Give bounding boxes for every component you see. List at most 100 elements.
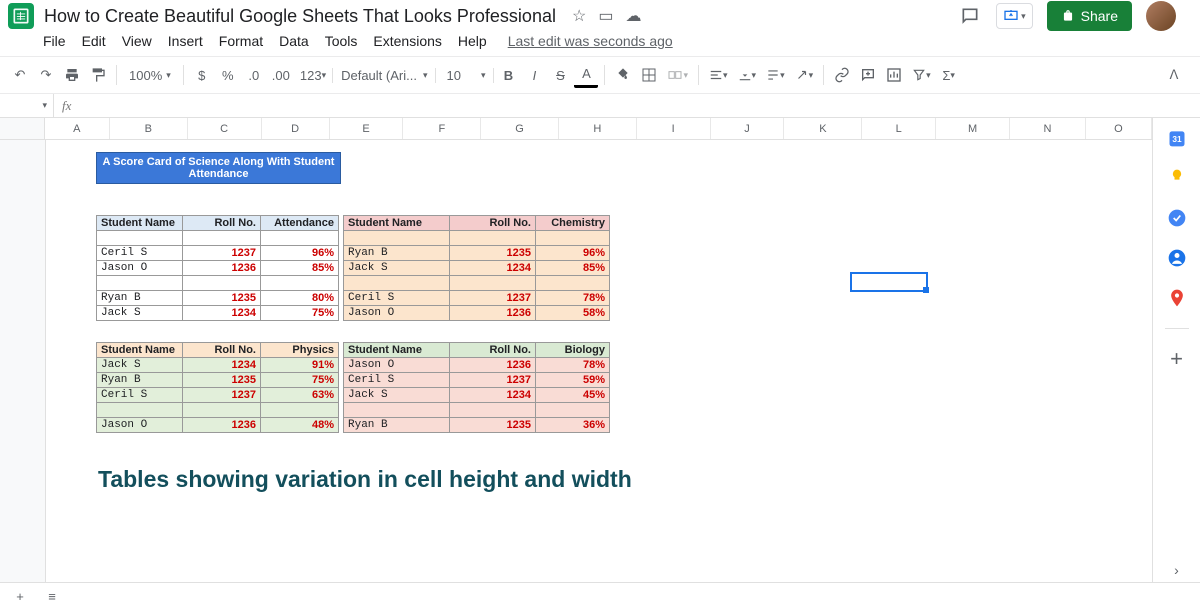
col-header[interactable]: D: [262, 118, 330, 139]
table-row: [97, 276, 339, 291]
table-row: Jack S123491%: [97, 358, 339, 373]
table-row: Jason O123685%: [97, 261, 339, 276]
comments-icon[interactable]: [958, 4, 982, 28]
menu-view[interactable]: View: [115, 30, 159, 52]
menu-edit[interactable]: Edit: [75, 30, 113, 52]
table-row: Ceril S123778%: [344, 291, 610, 306]
col-header[interactable]: L: [862, 118, 936, 139]
merge-cells-button[interactable]: ▾: [663, 62, 692, 88]
table-row: Ryan B123536%: [344, 418, 610, 433]
present-button[interactable]: ▾: [996, 3, 1033, 29]
h-align-button[interactable]: ▾: [705, 62, 732, 88]
wrap-button[interactable]: ▾: [762, 62, 789, 88]
col-header[interactable]: O: [1086, 118, 1152, 139]
share-button[interactable]: Share: [1047, 1, 1132, 31]
col-header[interactable]: G: [481, 118, 559, 139]
star-icon[interactable]: ☆: [572, 6, 586, 26]
font-selector[interactable]: Default (Ari...▾: [332, 68, 436, 83]
toolbar: ↶ ↷ 100%▾ $ % .0 .00 123▾ Default (Ari..…: [0, 56, 1200, 94]
table-row: Ryan B123575%: [97, 373, 339, 388]
functions-button[interactable]: Σ▾: [937, 62, 961, 88]
chart-button[interactable]: [882, 62, 906, 88]
tasks-icon[interactable]: [1167, 208, 1187, 228]
col-header[interactable]: N: [1010, 118, 1086, 139]
col-header[interactable]: K: [784, 118, 862, 139]
last-edit-link[interactable]: Last edit was seconds ago: [508, 33, 673, 49]
col-header[interactable]: E: [330, 118, 404, 139]
table-row: Ryan B123596%: [344, 246, 610, 261]
add-sheet-button[interactable]: +: [8, 584, 32, 610]
caption: Tables showing variation in cell height …: [98, 466, 632, 493]
print-button[interactable]: [60, 62, 84, 88]
table-row: [344, 276, 610, 291]
sheet-tabs-bar: + ≡: [0, 582, 1200, 610]
col-header[interactable]: A: [45, 118, 110, 139]
comment-button[interactable]: [856, 62, 880, 88]
contacts-icon[interactable]: [1167, 248, 1187, 268]
text-color-button[interactable]: A: [574, 62, 598, 88]
select-all-corner[interactable]: [0, 118, 45, 139]
move-icon[interactable]: ▭: [598, 6, 613, 26]
biology-table: Student NameRoll No.Biology Jason O12367…: [343, 342, 610, 433]
col-header[interactable]: H: [559, 118, 637, 139]
collapse-toolbar-button[interactable]: ᐱ: [1162, 62, 1186, 88]
table-row: Jason O123648%: [97, 418, 339, 433]
formula-input[interactable]: [79, 94, 1200, 117]
account-avatar[interactable]: [1146, 1, 1176, 31]
more-formats-button[interactable]: 123▾: [296, 62, 330, 88]
col-header[interactable]: C: [188, 118, 262, 139]
col-header[interactable]: F: [403, 118, 481, 139]
rotate-button[interactable]: ▾: [791, 62, 818, 88]
keep-icon[interactable]: [1167, 168, 1187, 188]
maps-icon[interactable]: [1167, 288, 1187, 308]
table-row: Jack S123445%: [344, 388, 610, 403]
redo-button[interactable]: ↷: [34, 62, 58, 88]
grid[interactable]: A Score Card of Science Along With Stude…: [46, 140, 1152, 582]
font-size-selector[interactable]: 10▾: [438, 68, 494, 83]
menu-data[interactable]: Data: [272, 30, 316, 52]
filter-button[interactable]: ▾: [908, 62, 935, 88]
decrease-decimal-button[interactable]: .0: [242, 62, 266, 88]
attendance-table: Student NameRoll No.Attendance Ceril S12…: [96, 215, 339, 321]
zoom-selector[interactable]: 100%▾: [123, 68, 177, 83]
percent-button[interactable]: %: [216, 62, 240, 88]
sheets-logo[interactable]: [8, 3, 34, 29]
bold-button[interactable]: B: [496, 62, 520, 88]
menu-format[interactable]: Format: [212, 30, 270, 52]
menu-file[interactable]: File: [36, 30, 73, 52]
increase-decimal-button[interactable]: .00: [268, 62, 294, 88]
menu-help[interactable]: Help: [451, 30, 494, 52]
strikethrough-button[interactable]: S: [548, 62, 572, 88]
all-sheets-button[interactable]: ≡: [40, 584, 64, 610]
table-row: Ceril S123763%: [97, 388, 339, 403]
italic-button[interactable]: I: [522, 62, 546, 88]
currency-button[interactable]: $: [190, 62, 214, 88]
score-card-title: A Score Card of Science Along With Stude…: [96, 152, 341, 184]
cloud-icon[interactable]: ☁: [625, 6, 641, 26]
col-header[interactable]: J: [711, 118, 785, 139]
table-row: Ceril S123759%: [344, 373, 610, 388]
fx-label: fx: [54, 98, 79, 114]
row-headers[interactable]: [0, 140, 46, 582]
col-header[interactable]: B: [110, 118, 188, 139]
col-header[interactable]: I: [637, 118, 711, 139]
col-header[interactable]: M: [936, 118, 1010, 139]
menu-tools[interactable]: Tools: [318, 30, 365, 52]
calendar-icon[interactable]: 31: [1167, 128, 1187, 148]
table-row: Ceril S123796%: [97, 246, 339, 261]
v-align-button[interactable]: ▾: [734, 62, 761, 88]
add-addon-icon[interactable]: +: [1167, 349, 1187, 369]
table-row: [344, 231, 610, 246]
table-row: [344, 403, 610, 418]
document-title[interactable]: How to Create Beautiful Google Sheets Th…: [44, 6, 556, 27]
borders-button[interactable]: [637, 62, 661, 88]
name-box[interactable]: ▾: [0, 94, 54, 117]
paint-format-button[interactable]: [86, 62, 110, 88]
menu-extensions[interactable]: Extensions: [366, 30, 448, 52]
hide-panel-icon[interactable]: ›: [1167, 562, 1187, 582]
undo-button[interactable]: ↶: [8, 62, 32, 88]
fill-color-button[interactable]: [611, 62, 635, 88]
link-button[interactable]: [830, 62, 854, 88]
menu-insert[interactable]: Insert: [161, 30, 210, 52]
table-row: Jack S123485%: [344, 261, 610, 276]
